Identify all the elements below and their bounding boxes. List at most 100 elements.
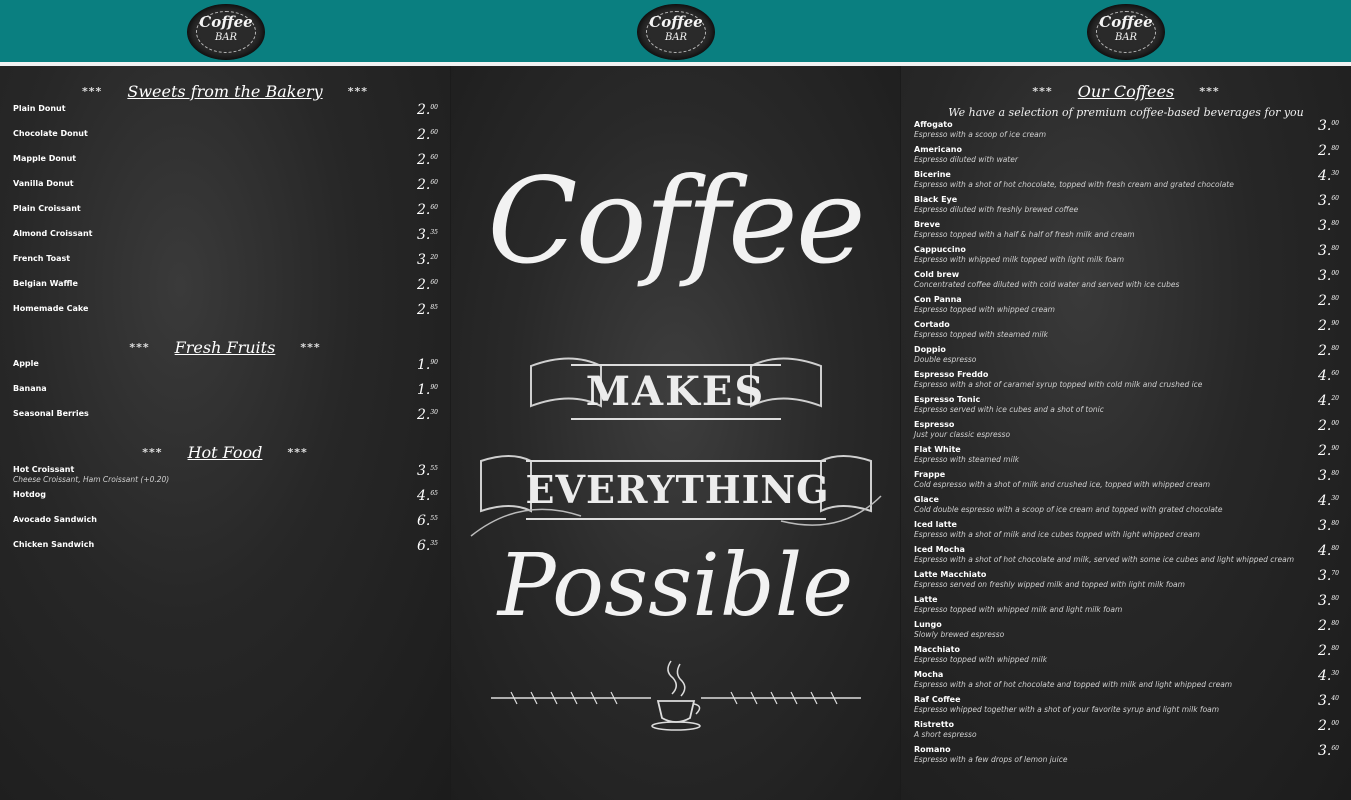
menu-item[interactable]: Banana 1.90 (13, 382, 438, 408)
menu-item[interactable]: Hotdog 4.65 (13, 488, 438, 514)
coffee-menu-panel: *** Our Coffees *** We have a selection … (901, 66, 1351, 800)
menu-item[interactable]: Homemade Cake 2.85 (13, 302, 438, 328)
logo-text: Coffee (1099, 13, 1153, 31)
price: 3.40 (1318, 693, 1339, 709)
price: 2.80 (1318, 618, 1339, 634)
price: 4.30 (1318, 668, 1339, 684)
price: 2.60 (417, 177, 438, 193)
coffees-subtitle: We have a selection of premium coffee-ba… (948, 106, 1304, 119)
menu-item[interactable]: Bicerine Espresso with a shot of hot choc… (914, 168, 1339, 194)
poster-panel: Coffee MAKES EVERYTHING Possible (451, 66, 900, 800)
menu-item[interactable]: Plain Croissant 2.60 (13, 202, 438, 228)
poster-word-makes: MAKES (570, 364, 781, 420)
price: 3.80 (1318, 243, 1339, 259)
price: 6.35 (417, 538, 438, 554)
menu-item[interactable]: Macchiato Espresso topped with whipped mi… (914, 643, 1339, 669)
price: 3.80 (1318, 468, 1339, 484)
price: 4.20 (1318, 393, 1339, 409)
price: 1.90 (417, 382, 438, 398)
menu-item[interactable]: Espresso Just your classic espresso 2.00 (914, 418, 1339, 444)
price: 1.90 (417, 357, 438, 373)
menu-item[interactable]: Frappe Cold espresso with a shot of milk … (914, 468, 1339, 494)
price: 2.00 (1318, 718, 1339, 734)
logo-subtext: BAR (664, 32, 688, 43)
menu-item[interactable]: Apple 1.90 (13, 357, 438, 383)
menu-item[interactable]: Almond Croissant 3.35 (13, 227, 438, 253)
menu-item[interactable]: Espresso Freddo Espresso with a shot of c… (914, 368, 1339, 394)
price: 3.80 (1318, 218, 1339, 234)
menu-item[interactable]: Romano Espresso with a few drops of lemon… (914, 743, 1339, 769)
poster-word-everything: EVERYTHING (525, 460, 829, 520)
menu-item[interactable]: Black Eye Espresso diluted with freshly b… (914, 193, 1339, 219)
price: 2.80 (1318, 293, 1339, 309)
coffee-bar-logo[interactable]: Coffee BAR (637, 4, 715, 60)
menu-item[interactable]: Seasonal Berries 2.30 (13, 407, 438, 433)
menu-item[interactable]: Avocado Sandwich 6.55 (13, 513, 438, 539)
menu-item[interactable]: Chicken Sandwich 6.35 (13, 538, 438, 564)
price: 2.90 (1318, 443, 1339, 459)
menu-item[interactable]: Affogato Espresso with a scoop of ice cre… (914, 118, 1339, 144)
price: 3.70 (1318, 568, 1339, 584)
price: 2.60 (417, 277, 438, 293)
price: 3.60 (1318, 193, 1339, 209)
header-bar: Coffee BAR Coffee BAR Coffee BAR (0, 0, 1351, 62)
menu-item[interactable]: Glace Cold double espresso with a scoop o… (914, 493, 1339, 519)
menu-item[interactable]: Iced Mocha Espresso with a shot of hot ch… (914, 543, 1339, 569)
logo-subtext: BAR (214, 32, 238, 43)
coffees-section-title: *** Our Coffees *** (1032, 82, 1220, 101)
hot-food-section-title: *** Hot Food *** (142, 443, 308, 462)
price: 3.55 (417, 463, 438, 479)
menu-item[interactable]: Americano Espresso diluted with water 2.80 (914, 143, 1339, 169)
menu-item[interactable]: Raf Coffee Espresso whipped together with… (914, 693, 1339, 719)
price: 3.35 (417, 227, 438, 243)
menu-item[interactable]: French Toast 3.20 (13, 252, 438, 278)
price: 2.60 (417, 127, 438, 143)
price: 3.60 (1318, 743, 1339, 759)
menu-item[interactable]: Plain Donut 2.00 (13, 102, 438, 128)
price: 3.80 (1318, 518, 1339, 534)
menu-item[interactable]: Doppio Double espresso 2.80 (914, 343, 1339, 369)
menu-item[interactable]: Belgian Waffle 2.60 (13, 277, 438, 303)
logo-text: Coffee (199, 13, 253, 31)
menu-item[interactable]: Lungo Slowly brewed espresso 2.80 (914, 618, 1339, 644)
price: 2.00 (1318, 418, 1339, 434)
menu-item[interactable]: Vanilla Donut 2.60 (13, 177, 438, 203)
food-menu-panel: *** Sweets from the Bakery *** Plain Don… (0, 66, 450, 800)
price: 3.00 (1318, 118, 1339, 134)
menu-item[interactable]: Cortado Espresso topped with steamed milk… (914, 318, 1339, 344)
menu-item[interactable]: Cappuccino Espresso with whipped milk top… (914, 243, 1339, 269)
price: 2.80 (1318, 643, 1339, 659)
coffee-bar-logo[interactable]: Coffee BAR (187, 4, 265, 60)
menu-item[interactable]: Chocolate Donut 2.60 (13, 127, 438, 153)
menu-item[interactable]: Ristretto A short espresso 2.00 (914, 718, 1339, 744)
chalkboard-poster: Coffee MAKES EVERYTHING Possible (451, 66, 900, 800)
price: 2.00 (417, 102, 438, 118)
bakery-section-title: *** Sweets from the Bakery *** (82, 82, 368, 101)
fruits-section-title: *** Fresh Fruits *** (129, 338, 321, 357)
menu-item[interactable]: Breve Espresso topped with a half & half … (914, 218, 1339, 244)
price: 4.80 (1318, 543, 1339, 559)
menu-item[interactable]: Hot Croissant Cheese Croissant, Ham Croi… (13, 463, 438, 489)
price: 4.30 (1318, 493, 1339, 509)
menu-item[interactable]: Mapple Donut 2.60 (13, 152, 438, 178)
coffee-cup-icon (651, 660, 701, 731)
price: 2.60 (417, 202, 438, 218)
menu-item[interactable]: Cold brew Concentrated coffee diluted wit… (914, 268, 1339, 294)
menu-item[interactable]: Con Panna Espresso topped with whipped cr… (914, 293, 1339, 319)
coffee-bar-logo[interactable]: Coffee BAR (1087, 4, 1165, 60)
poster-word-possible: Possible (497, 536, 854, 636)
menu-item[interactable]: Iced latte Espresso with a shot of milk a… (914, 518, 1339, 544)
menu-item[interactable]: Mocha Espresso with a shot of hot chocola… (914, 668, 1339, 694)
menu-item[interactable]: Latte Espresso topped with whipped milk a… (914, 593, 1339, 619)
price: 3.00 (1318, 268, 1339, 284)
poster-word-coffee: Coffee (487, 152, 865, 290)
logo-subtext: BAR (1114, 32, 1138, 43)
price: 3.80 (1318, 593, 1339, 609)
menu-item[interactable]: Flat White Espresso with steamed milk 2.90 (914, 443, 1339, 469)
price: 4.30 (1318, 168, 1339, 184)
menu-item[interactable]: Espresso Tonic Espresso served with ice c… (914, 393, 1339, 419)
price: 6.55 (417, 513, 438, 529)
price: 4.65 (417, 488, 438, 504)
menu-item[interactable]: Latte Macchiato Espresso served on freshl… (914, 568, 1339, 594)
price: 2.80 (1318, 343, 1339, 359)
